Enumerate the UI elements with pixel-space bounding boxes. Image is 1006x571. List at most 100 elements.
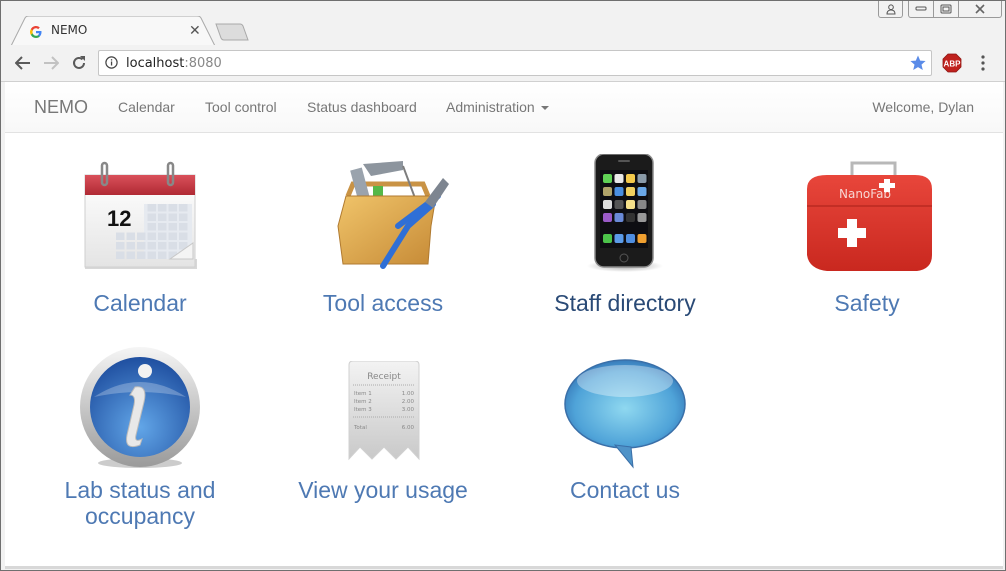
phone-app-icon [614,187,624,196]
close-icon[interactable]: ✕ [189,22,201,39]
calendar-grid-cell [168,204,177,212]
welcome-text: Welcome, Dylan [872,99,974,115]
tile-staff-directory-label: Staff directory [554,290,696,316]
smartphone-icon [587,154,663,272]
phone-dock-icon [626,234,635,243]
tile-safety[interactable]: NanoFab Safety [747,154,987,316]
receipt-total-value: 6.00 [402,425,415,431]
title-bar: NEMO ✕ [1,1,1005,46]
calendar-grid-cell [168,232,177,240]
phone-app-icon [626,174,635,183]
calendar-grid-cell [126,242,135,250]
address-bar[interactable]: localhost:8080 [98,50,932,76]
receipt-total-label: Total [353,425,367,431]
tile-view-usage-label: View your usage [298,477,468,503]
phone-app-icon [637,200,647,209]
person-icon [885,3,896,14]
phone-dock-icon [637,234,647,243]
nav-tool-control[interactable]: Tool control [205,99,277,115]
tile-tool-access[interactable]: Tool access [263,154,503,316]
tile-lab-status-label-line1: Lab status and [64,477,216,503]
phone-app-icon [626,187,635,196]
receipt-title: Receipt [367,372,401,382]
new-tab-button[interactable] [215,23,249,41]
adblock-plus-icon[interactable]: ABP [942,53,962,73]
browser-window: NEMO ✕ localhost:8080 ABP NEMO Calendar … [0,0,1006,571]
phone-app-icon [626,213,635,222]
phone-app-icon [614,200,624,209]
info-icon[interactable] [105,56,118,69]
receipt-value-2: 2.00 [402,399,415,405]
minimize-button[interactable] [908,1,934,18]
calendar-grid-cell [147,251,156,259]
phone-app-icon [626,200,635,209]
tile-safety-label: Safety [834,290,900,316]
tile-lab-status-label-line2: occupancy [85,503,195,529]
calendar-grid-cell [116,232,125,240]
tile-calendar[interactable]: 12 Calendar [20,154,260,316]
receipt-item-3: Item 3 [354,407,372,413]
close-window-icon [975,4,985,14]
calendar-grid-cell [168,213,177,221]
calendar-grid-cell [137,251,146,259]
forward-arrow-icon [44,56,59,70]
maximize-button[interactable] [933,1,959,18]
back-arrow-icon [15,56,30,70]
nav-administration-label: Administration [446,99,535,115]
calendar-grid-cell [168,242,177,250]
first-aid-kit-icon: NanoFab [807,161,932,271]
star-icon[interactable] [909,54,927,72]
calendar-icon: 12 [84,161,197,269]
maximize-icon [940,4,952,14]
phone-app-icon [637,187,647,196]
site-navbar: NEMO Calendar Tool control Status dashbo… [5,82,1003,133]
calendar-grid-cell [179,232,188,240]
tile-contact-us[interactable]: Contact us [505,347,745,507]
nav-calendar[interactable]: Calendar [118,99,175,115]
tile-calendar-label: Calendar [93,290,187,316]
phone-app-icon [637,213,647,222]
phone-dock-icon [603,234,612,243]
phone-app-icon [603,213,612,222]
calendar-grid-cell [126,232,135,240]
phone-app-icon [603,200,612,209]
profile-button[interactable] [878,1,903,18]
phone-app-icon [603,187,612,196]
calendar-grid-cell [147,223,156,231]
url-text[interactable]: localhost:8080 [126,56,222,71]
extension-label: ABP [944,60,962,69]
info-icon [80,347,200,468]
tile-staff-directory[interactable]: Staff directory [505,154,745,316]
minimize-icon [915,6,927,11]
close-window-button[interactable] [958,1,1002,18]
forward-button[interactable] [40,52,62,74]
reload-icon [73,56,85,69]
receipt-value-3: 3.00 [402,407,415,413]
calendar-grid-cell [137,242,146,250]
caret-down-icon [540,106,549,111]
receipt-icon: Receipt Item 1 1.00 Item 2 2.00 Item 3 3… [348,361,420,461]
back-button[interactable] [12,52,34,74]
nav-administration[interactable]: Administration [446,99,549,115]
tile-view-usage[interactable]: Receipt Item 1 1.00 Item 2 2.00 Item 3 3… [263,347,503,507]
calendar-grid-cell [147,213,156,221]
reload-button[interactable] [68,52,90,74]
brand-link[interactable]: NEMO [34,97,88,118]
calendar-grid-cell [137,232,146,240]
google-g-icon [30,26,42,38]
tile-lab-status[interactable]: Lab status and occupancy [20,347,260,537]
calendar-grid-cell [179,204,188,212]
phone-app-icon [637,174,647,183]
receipt-item-1: Item 1 [354,391,372,397]
calendar-grid-cell [179,213,188,221]
calendar-grid-cell [168,223,177,231]
browser-tab[interactable]: NEMO ✕ [11,16,215,46]
phone-app-icon [603,174,612,183]
nav-status-dashboard[interactable]: Status dashboard [307,99,417,115]
calendar-grid-cell [147,204,156,212]
calendar-grid-cell [158,242,167,250]
calendar-grid-cell [116,251,125,259]
page-content: NEMO Calendar Tool control Status dashbo… [5,82,1003,569]
phone-dock-icon [614,234,624,243]
kebab-menu-icon[interactable] [979,54,987,72]
